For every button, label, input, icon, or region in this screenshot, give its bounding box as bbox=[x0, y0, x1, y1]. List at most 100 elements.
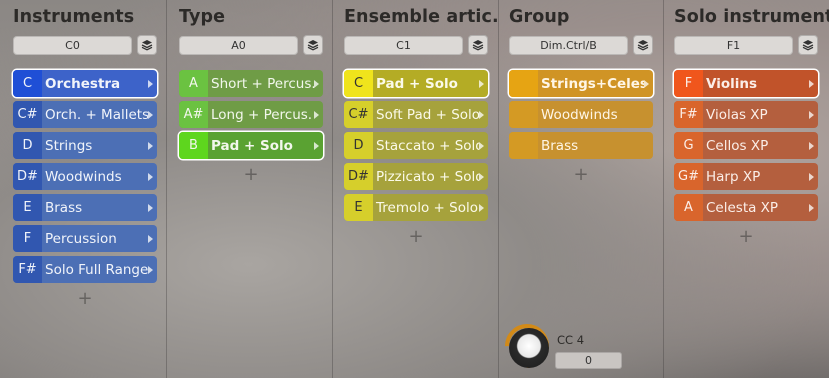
chevron-right-icon bbox=[479, 172, 484, 181]
keyswitch-label: G bbox=[674, 132, 703, 159]
list-item[interactable]: Strings+Celesta bbox=[509, 70, 653, 97]
layers-icon[interactable] bbox=[303, 35, 323, 55]
chevron-right-icon bbox=[148, 234, 153, 243]
keyswitch-field[interactable]: A0 bbox=[179, 36, 298, 55]
list-item[interactable]: D# Pizzicato + Solo bbox=[344, 163, 488, 190]
list-item[interactable]: A Celesta XP bbox=[674, 194, 818, 221]
chevron-right-icon bbox=[479, 203, 484, 212]
keyswitch-label bbox=[509, 101, 538, 128]
list-item[interactable]: F Percussion bbox=[13, 225, 157, 252]
item-label: Pizzicato + Solo bbox=[376, 168, 479, 185]
item-label: Violins bbox=[706, 75, 758, 92]
list-item[interactable]: G Cellos XP bbox=[674, 132, 818, 159]
layers-icon[interactable] bbox=[137, 35, 157, 55]
column-title: Type bbox=[179, 7, 226, 27]
keyswitch-label: D bbox=[13, 132, 42, 159]
item-label: Strings bbox=[45, 137, 93, 154]
list-item[interactable]: C Pad + Solo bbox=[344, 70, 488, 97]
plus-icon[interactable]: + bbox=[406, 228, 426, 246]
list-item[interactable]: C# Orch. + Mallets bbox=[13, 101, 157, 128]
list-item[interactable]: C Orchestra bbox=[13, 70, 157, 97]
keyswitch-label: C# bbox=[13, 101, 42, 128]
item-label: Violas XP bbox=[706, 106, 768, 123]
list-item[interactable]: D Strings bbox=[13, 132, 157, 159]
cc-label: CC 4 bbox=[557, 333, 585, 347]
chevron-right-icon bbox=[314, 141, 319, 150]
ensemble-articulation-column: Ensemble artic. C1 C Pad + Solo C# Soft … bbox=[331, 0, 499, 378]
keyswitch-field[interactable]: Dim.Ctrl/B bbox=[509, 36, 628, 55]
chevron-right-icon bbox=[148, 79, 153, 88]
list-item[interactable]: F# Violas XP bbox=[674, 101, 818, 128]
list-item[interactable]: E Brass bbox=[13, 194, 157, 221]
chevron-right-icon bbox=[148, 265, 153, 274]
list-item[interactable]: D Staccato + Solo bbox=[344, 132, 488, 159]
chevron-right-icon bbox=[809, 172, 814, 181]
chevron-right-icon bbox=[148, 172, 153, 181]
keyswitch-label: A bbox=[179, 70, 208, 97]
keyswitch-label: G# bbox=[674, 163, 703, 190]
group-column: Group Dim.Ctrl/B Strings+Celesta Woodwin… bbox=[496, 0, 662, 378]
item-label: Orch. + Mallets bbox=[45, 106, 148, 123]
list-item[interactable]: F# Solo Full Range bbox=[13, 256, 157, 283]
layers-icon[interactable] bbox=[633, 35, 653, 55]
item-label: Orchestra bbox=[45, 75, 121, 92]
keyswitch-label bbox=[509, 132, 538, 159]
list-item[interactable]: B Pad + Solo bbox=[179, 132, 323, 159]
list-item[interactable]: A# Long + Percus. bbox=[179, 101, 323, 128]
keyswitch-label: F bbox=[674, 70, 703, 97]
list-item[interactable]: F Violins bbox=[674, 70, 818, 97]
item-label: Brass bbox=[45, 199, 83, 216]
item-label: Woodwinds bbox=[541, 106, 618, 123]
item-label: Long + Percus. bbox=[211, 106, 313, 123]
keyswitch-field[interactable]: C0 bbox=[13, 36, 132, 55]
keyswitch-label: A bbox=[674, 194, 703, 221]
keyswitch-field[interactable]: C1 bbox=[344, 36, 463, 55]
list-item[interactable]: C# Soft Pad + Solo bbox=[344, 101, 488, 128]
list-item[interactable]: E Tremolo + Solo bbox=[344, 194, 488, 221]
keyswitch-label: F# bbox=[674, 101, 703, 128]
item-label: Cellos XP bbox=[706, 137, 769, 154]
column-title: Group bbox=[509, 7, 570, 27]
list-item[interactable]: D# Woodwinds bbox=[13, 163, 157, 190]
cc-knob[interactable] bbox=[509, 328, 549, 368]
chevron-right-icon bbox=[809, 110, 814, 119]
keyswitch-label: C bbox=[13, 70, 42, 97]
keyswitch-label: C# bbox=[344, 101, 373, 128]
item-label: Solo Full Range bbox=[45, 261, 148, 278]
column-title: Instruments bbox=[13, 7, 135, 27]
item-label: Short + Percus. bbox=[211, 75, 314, 92]
instruments-column: Instruments C0 C Orchestra C# Orch. + Ma… bbox=[0, 0, 165, 378]
keyswitch-field[interactable]: F1 bbox=[674, 36, 793, 55]
chevron-right-icon bbox=[314, 110, 319, 119]
item-label: Tremolo + Solo bbox=[376, 199, 478, 216]
solo-instrument-column: Solo instrument F1 F Violins F# Violas X… bbox=[661, 0, 829, 378]
type-column: Type A0 A Short + Percus. A# Long + Perc… bbox=[166, 0, 331, 378]
keyswitch-label: E bbox=[13, 194, 42, 221]
cc-value-field[interactable]: 0 bbox=[555, 352, 622, 369]
plus-icon[interactable]: + bbox=[241, 166, 261, 184]
list-item[interactable]: A Short + Percus. bbox=[179, 70, 323, 97]
item-label: Soft Pad + Solo bbox=[376, 106, 479, 123]
keyswitch-label: D# bbox=[13, 163, 42, 190]
keyswitch-label: D# bbox=[344, 163, 373, 190]
plus-icon[interactable]: + bbox=[571, 166, 591, 184]
column-title: Solo instrument bbox=[674, 7, 829, 27]
layers-icon[interactable] bbox=[798, 35, 818, 55]
list-item[interactable]: Brass bbox=[509, 132, 653, 159]
list-item[interactable]: Woodwinds bbox=[509, 101, 653, 128]
chevron-right-icon bbox=[479, 141, 484, 150]
plus-icon[interactable]: + bbox=[736, 228, 756, 246]
list-item[interactable]: G# Harp XP bbox=[674, 163, 818, 190]
keyswitch-label: E bbox=[344, 194, 373, 221]
chevron-right-icon bbox=[809, 79, 814, 88]
chevron-right-icon bbox=[479, 79, 484, 88]
keyswitch-label: F# bbox=[13, 256, 42, 283]
plus-icon[interactable]: + bbox=[75, 290, 95, 308]
layers-icon[interactable] bbox=[468, 35, 488, 55]
chevron-right-icon bbox=[148, 110, 153, 119]
item-label: Harp XP bbox=[706, 168, 761, 185]
chevron-right-icon bbox=[148, 141, 153, 150]
column-title: Ensemble artic. bbox=[344, 7, 499, 27]
keyswitch-label: C bbox=[344, 70, 373, 97]
item-label: Pad + Solo bbox=[211, 137, 293, 154]
